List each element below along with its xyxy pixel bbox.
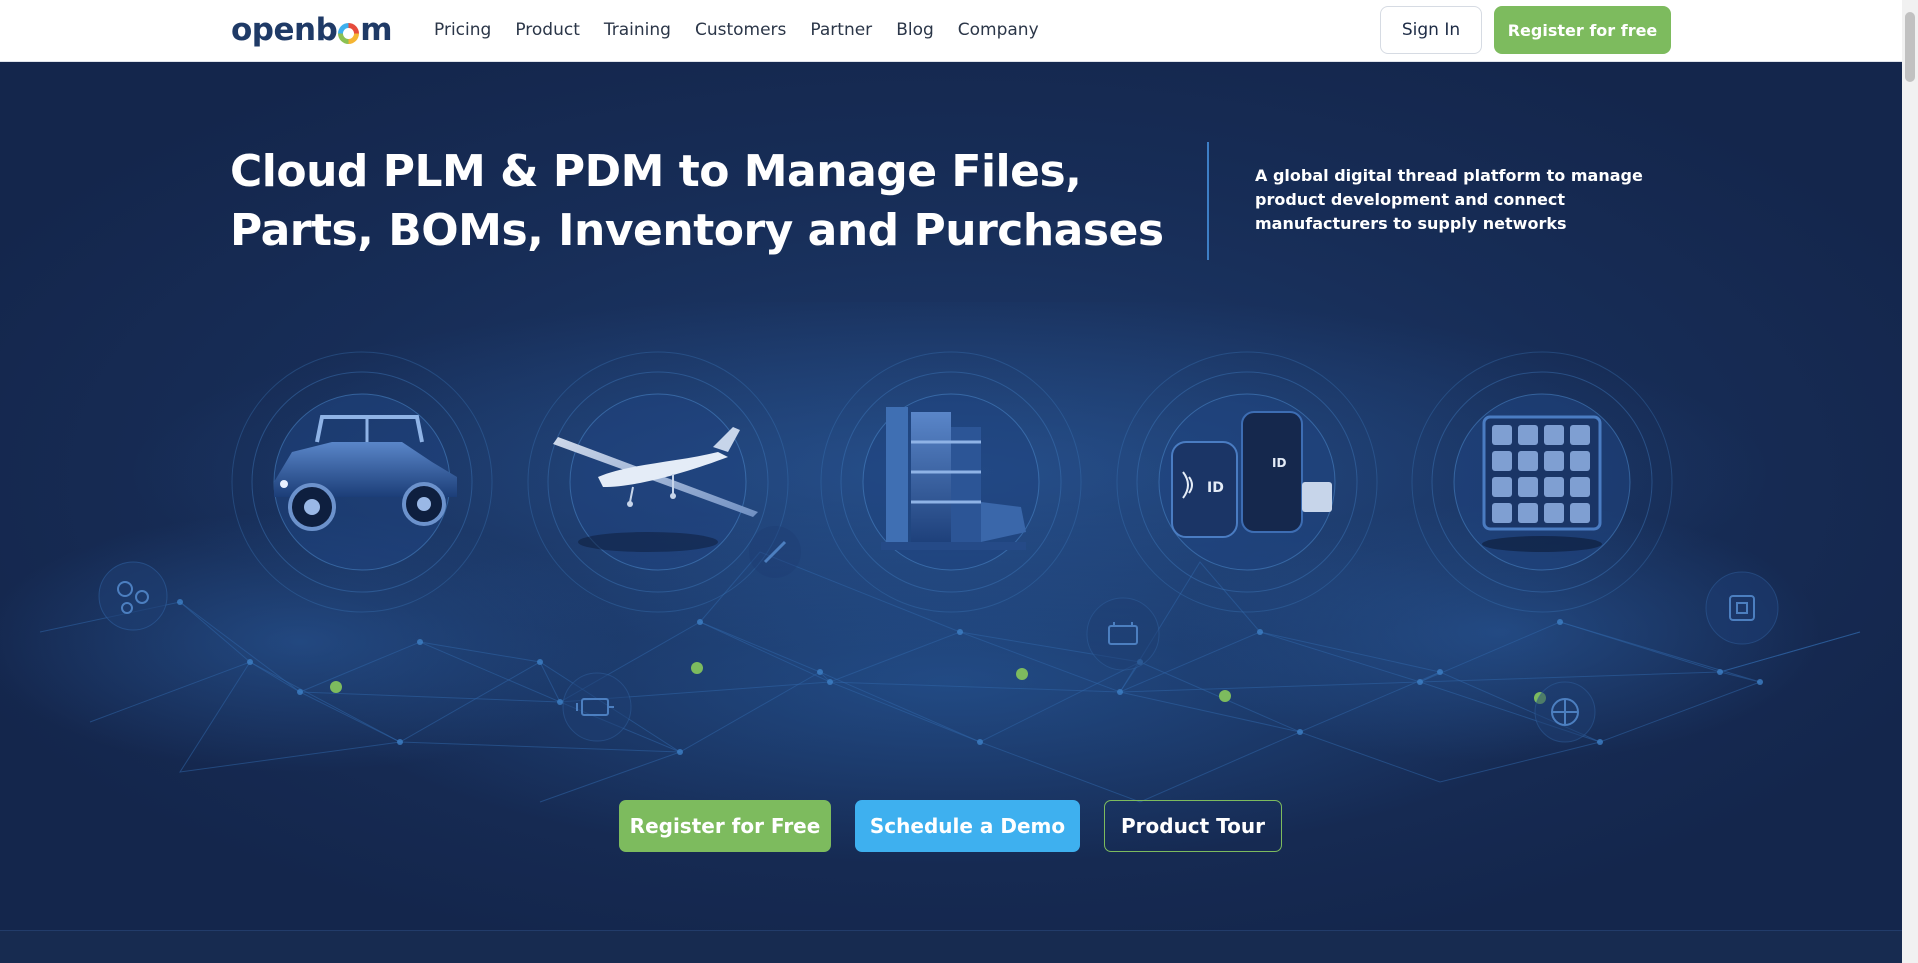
engine-icon — [562, 672, 632, 742]
product-network-illustration: ID ID — [0, 302, 1861, 803]
hero-title: Cloud PLM & PDM to Manage Files, Parts, … — [230, 146, 1164, 256]
nav-customers[interactable]: Customers — [695, 20, 786, 40]
schedule-demo-button[interactable]: Schedule a Demo — [855, 800, 1080, 852]
top-navigation-bar: open b m Pricing Product Training Customer… — [0, 0, 1902, 62]
register-for-free-button[interactable]: Register for Free — [619, 800, 831, 852]
drone-status-dot — [691, 662, 703, 674]
scrollbar-thumb[interactable] — [1905, 12, 1915, 82]
utv-status-dot — [330, 681, 342, 693]
logo-text-prefix: open — [231, 12, 316, 48]
svg-text:ID: ID — [1207, 480, 1224, 496]
logo-b: b — [315, 12, 338, 48]
hero-subtitle: A global digital thread platform to mana… — [1255, 166, 1643, 233]
logo-m: m — [360, 12, 393, 48]
logo-colored-ring-icon — [338, 22, 360, 44]
nav-pricing[interactable]: Pricing — [434, 20, 491, 40]
hero-section: Cloud PLM & PDM to Manage Files, Parts, … — [0, 62, 1902, 930]
nav-product[interactable]: Product — [515, 20, 580, 40]
sign-in-button[interactable]: Sign In — [1380, 6, 1482, 54]
circuit-icon — [1534, 681, 1596, 743]
machine-status-dot — [1016, 668, 1028, 680]
register-free-header-button[interactable]: Register for free — [1494, 6, 1671, 54]
nav-training[interactable]: Training — [604, 20, 671, 40]
nav-company[interactable]: Company — [958, 20, 1039, 40]
battery-icon — [1086, 597, 1160, 671]
chip-icon — [1705, 571, 1779, 645]
next-section-edge — [0, 930, 1902, 963]
nav-blog[interactable]: Blog — [896, 20, 934, 40]
svg-text:ID: ID — [1272, 456, 1286, 470]
hero-divider — [1207, 142, 1209, 260]
gears-icon — [98, 561, 168, 631]
product-tour-button[interactable]: Product Tour — [1104, 800, 1282, 852]
openbom-logo[interactable]: open b m — [231, 10, 393, 50]
pen-tool-icon — [749, 526, 801, 578]
nav-partner[interactable]: Partner — [810, 20, 872, 40]
page-scrollbar[interactable] — [1902, 0, 1918, 963]
device-status-dot — [1219, 690, 1231, 702]
main-nav: Pricing Product Training Customers Partn… — [434, 0, 1063, 60]
